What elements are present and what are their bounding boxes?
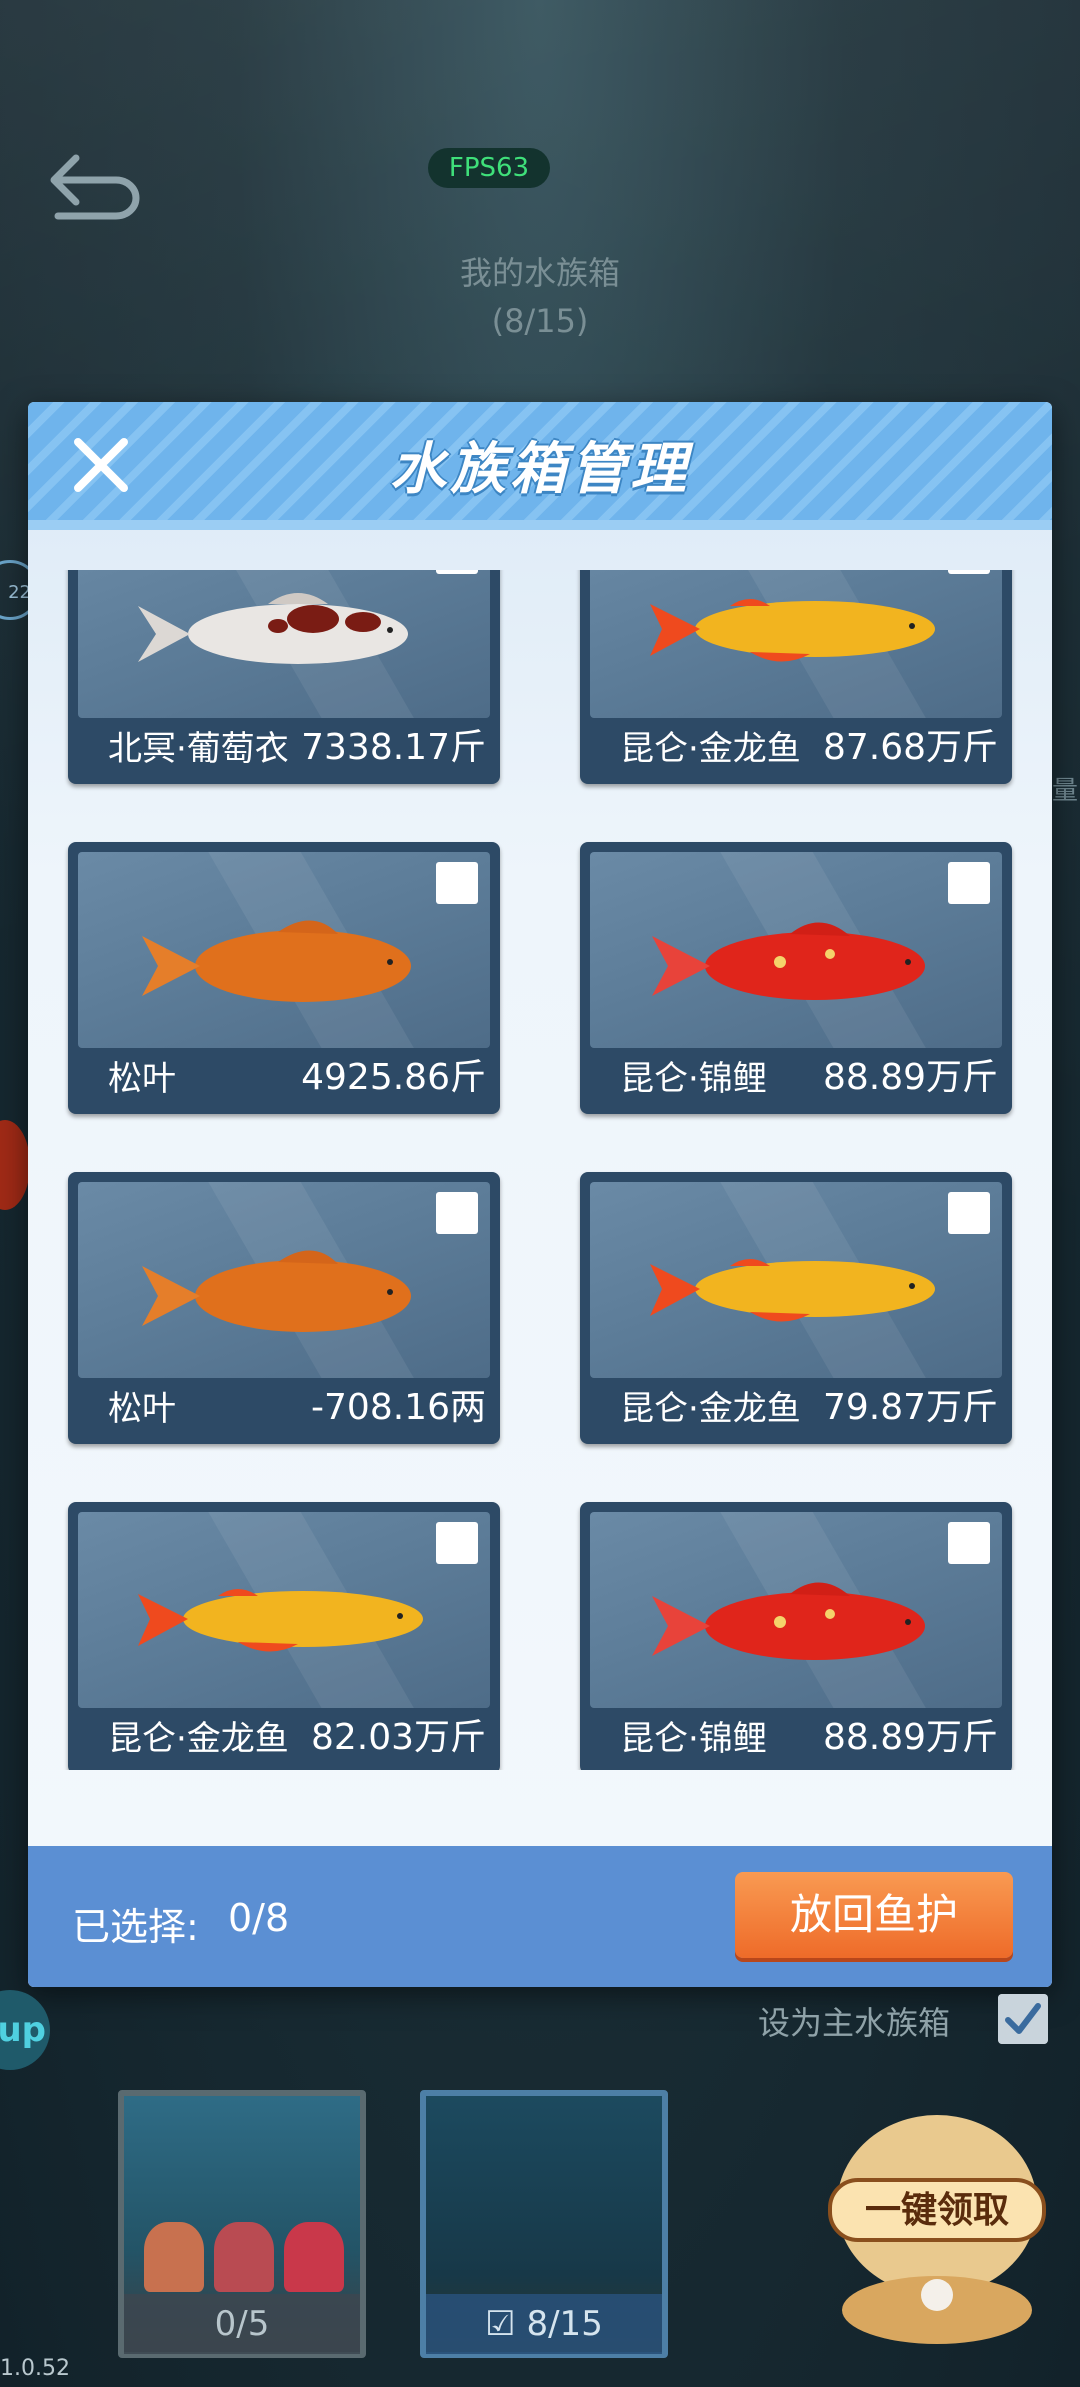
right-edge-label: 量 — [1052, 776, 1079, 806]
arowana-fish-icon — [650, 1259, 935, 1322]
fish-image — [78, 852, 490, 1048]
select-checkbox[interactable] — [436, 862, 478, 904]
fish-image — [78, 570, 490, 718]
fish-grid: 北冥·葡萄衣 7338.17斤 昆仑·金龙鱼 87.68万斤 松叶 4925.8… — [28, 570, 1052, 1770]
select-checkbox[interactable] — [436, 1522, 478, 1564]
fish-card[interactable]: 昆仑·金龙鱼 79.87万斤 — [580, 1172, 1012, 1444]
up-badge[interactable]: up — [0, 1990, 50, 2070]
fish-name: 昆仑·金龙鱼 — [620, 729, 801, 769]
coral-decoration — [214, 2222, 274, 2292]
fish-name: 松叶 — [108, 1389, 176, 1429]
tank-count: (8/15) — [491, 302, 589, 340]
select-checkbox[interactable] — [948, 862, 990, 904]
fish-weight: -708.16两 — [311, 1387, 486, 1428]
arowana-fish-icon — [138, 1589, 423, 1652]
fish-weight: 82.03万斤 — [310, 1717, 486, 1758]
fish-weight: 4925.86斤 — [301, 1057, 486, 1098]
fish-weight: 87.68万斤 — [822, 727, 998, 768]
select-checkbox[interactable] — [948, 1522, 990, 1564]
coral-decoration — [144, 2222, 204, 2292]
selected-count: 0/8 — [228, 1896, 290, 1940]
fish-name: 昆仑·锦鲤 — [620, 1719, 767, 1759]
select-checkbox[interactable] — [948, 570, 990, 574]
dialog-footer: 已选择: 0/8 放回鱼护 — [28, 1846, 1052, 1987]
select-checkbox[interactable] — [436, 570, 478, 574]
fish-image — [590, 852, 1002, 1048]
arowana-fish-icon — [650, 599, 935, 662]
background-fish — [0, 1120, 30, 1210]
dialog-header: 水族箱管理 — [28, 402, 1052, 530]
fish-weight: 7338.17斤 — [301, 727, 486, 768]
set-main-tank-label: 设为主水族箱 — [758, 2004, 951, 2042]
version-label: 1.0.52 — [0, 2356, 70, 2381]
one-click-claim-shell-icon[interactable]: 一键领取 — [822, 2110, 1052, 2350]
set-main-tank-checkbox[interactable] — [998, 1994, 1048, 2044]
fish-card[interactable]: 昆仑·金龙鱼 87.68万斤 — [580, 570, 1012, 784]
select-checkbox[interactable] — [948, 1192, 990, 1234]
fish-name: 昆仑·锦鲤 — [620, 1059, 767, 1099]
aquarium-management-dialog: 水族箱管理 北冥·葡萄衣 7338.17斤 昆仑·金龙鱼 87.68万斤 松叶 … — [28, 402, 1052, 1987]
coral-decoration — [284, 2222, 344, 2292]
fish-weight: 88.89万斤 — [822, 1057, 998, 1098]
fish-image — [590, 1182, 1002, 1378]
fish-card[interactable]: 松叶 -708.16两 — [68, 1172, 500, 1444]
tank-capacity: ☑ 8/15 — [426, 2294, 662, 2354]
fish-name: 昆仑·金龙鱼 — [108, 1719, 289, 1759]
fish-name: 昆仑·金龙鱼 — [620, 1389, 801, 1429]
tank-capacity: 0/5 — [124, 2294, 360, 2354]
release-to-fish-keeper-button[interactable]: 放回鱼护 — [735, 1872, 1013, 1958]
koi-fish-icon — [652, 1582, 925, 1660]
tank-capacity-text: 8/15 — [526, 2304, 603, 2344]
tank-title: 我的水族箱 — [459, 254, 620, 292]
fish-name: 松叶 — [108, 1059, 176, 1099]
fish-weight: 88.89万斤 — [822, 1717, 998, 1758]
back-arrow-icon[interactable] — [46, 150, 146, 220]
fish-image — [590, 570, 1002, 718]
koi-fish-icon — [652, 922, 925, 1000]
fish-card[interactable]: 昆仑·金龙鱼 82.03万斤 — [68, 1502, 500, 1770]
fish-card[interactable]: 松叶 4925.86斤 — [68, 842, 500, 1114]
fish-image — [590, 1512, 1002, 1708]
carp-fish-icon — [142, 920, 411, 1002]
select-checkbox[interactable] — [436, 1192, 478, 1234]
carp-fish-icon — [142, 1250, 411, 1332]
fish-card[interactable]: 昆仑·锦鲤 88.89万斤 — [580, 842, 1012, 1114]
selected-label: 已选择: — [72, 1905, 199, 1949]
fish-image — [78, 1512, 490, 1708]
fish-image — [78, 1182, 490, 1378]
checkbox-icon: ☑ — [485, 2304, 516, 2344]
tank-thumbnail-2[interactable]: ☑ 8/15 — [420, 2090, 668, 2358]
fish-card[interactable]: 北冥·葡萄衣 7338.17斤 — [68, 570, 500, 784]
fish-weight: 79.87万斤 — [822, 1387, 998, 1428]
fps-counter: FPS63 — [428, 148, 550, 188]
fish-card[interactable]: 昆仑·锦鲤 88.89万斤 — [580, 1502, 1012, 1770]
tank-thumbnail-1[interactable]: 0/5 — [118, 2090, 366, 2358]
dialog-title: 水族箱管理 — [390, 437, 690, 502]
claim-text: 一键领取 — [865, 2190, 1009, 2231]
fish-name: 北冥·葡萄衣 — [108, 729, 289, 769]
koi-fish-icon — [138, 593, 408, 664]
